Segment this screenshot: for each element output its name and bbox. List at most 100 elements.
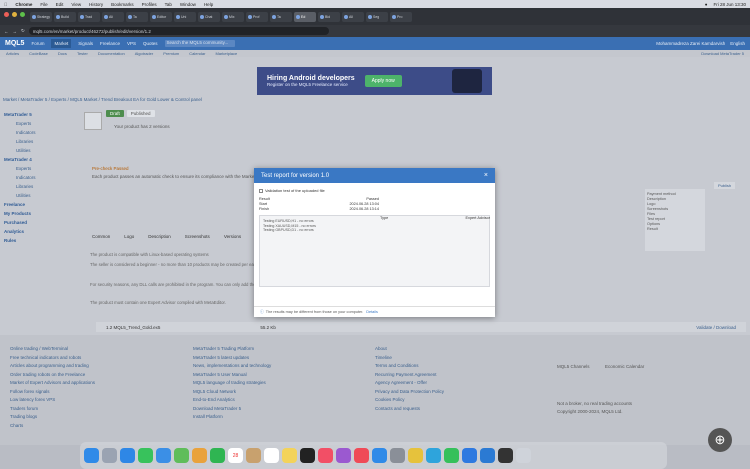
reload-icon[interactable]: ↻ [21,28,25,34]
footer-link[interactable]: MQL5 Cloud Network [193,388,373,397]
menubar-item-chrome[interactable]: Chrome [15,2,32,7]
site-search-input[interactable]: Search the MQL5 community... [164,40,235,47]
dock-app-icon[interactable] [264,448,279,463]
browser-tab[interactable]: Mix [222,11,244,22]
url-field[interactable]: mql5.com/en/market/product/46272/publish… [28,27,329,35]
browser-tab[interactable]: Editor [150,11,172,22]
forward-icon[interactable]: → [13,29,18,34]
leftnav-group[interactable]: MetaTrader 5 [2,110,76,119]
file-name[interactable]: 1.2 MQL5_Trend_Gold.ex5 [106,325,160,330]
product-tab[interactable]: Description [148,234,171,239]
publish-button[interactable]: Publish [714,182,736,189]
footer-link[interactable]: Recurring Payment Agreement [375,371,555,380]
file-action-link[interactable]: Validate / Download [696,325,736,330]
product-tab[interactable]: Screenshots [185,234,210,239]
dock-app-icon[interactable] [372,448,387,463]
close-icon[interactable]: × [484,172,488,179]
menubar-item-profiles[interactable]: Profiles [142,2,157,7]
footer-link[interactable]: Articles about programming and trading [10,362,190,371]
download-mt5-link[interactable]: Download MetaTrader 5 [701,51,744,56]
leftnav-item[interactable]: Indicators [2,173,76,182]
leftnav-group[interactable]: MetaTrader 4 [2,155,76,164]
browser-tab[interactable]: Ta [126,11,148,22]
leftnav-item[interactable]: Utilities [2,146,76,155]
product-tab[interactable]: Logo [124,234,134,239]
leftnav-item[interactable]: Libraries [2,137,76,146]
footer-link[interactable]: Follow forex signals [10,388,190,397]
leftnav-item[interactable]: Experts [2,164,76,173]
browser-tab[interactable]: Build [54,11,76,22]
product-tab[interactable]: Common [92,234,110,239]
footer-link[interactable]: Trading blogs [10,413,190,422]
dock-app-icon[interactable] [354,448,369,463]
subnav-item[interactable]: Articles [6,51,19,56]
browser-tab[interactable]: Uni [174,11,196,22]
leftnav-group[interactable]: Rules [2,236,76,245]
browser-tab[interactable]: Chat [198,11,220,22]
dock-app-icon[interactable] [516,448,531,463]
subnav-item[interactable]: Calendar [189,51,205,56]
nav-freelance[interactable]: Freelance [100,41,120,46]
back-icon[interactable]: ← [4,29,9,34]
zoom-in-icon[interactable]: ⊕ [708,428,732,452]
close-window-button[interactable] [4,12,9,17]
tab-draft[interactable]: Draft [106,110,124,117]
product-tab[interactable]: Versions [224,234,241,239]
leftnav-item[interactable]: Libraries [2,182,76,191]
leftnav-group[interactable]: My Products [2,209,76,218]
leftnav-group[interactable]: Freelance [2,200,76,209]
footer-link[interactable]: MetaTrader 5 Trading Platform [193,345,373,354]
subnav-item[interactable]: Documentation [98,51,125,56]
footer-link[interactable]: MQL5 language of trading strategies [193,379,373,388]
footer-link[interactable]: Market of Expert Advisors and applicatio… [10,379,190,388]
dock-app-icon[interactable] [426,448,441,463]
menubar-item-bookmarks[interactable]: Bookmarks [111,2,134,7]
menubar-item-tab[interactable]: Tab [165,2,172,7]
minimize-window-button[interactable] [12,12,17,17]
menubar-item-window[interactable]: Window [180,2,196,7]
dock-app-icon[interactable] [336,448,351,463]
footer-link[interactable]: Install Platform [193,413,373,422]
tab-published[interactable]: Published [126,110,155,117]
menubar-item-file[interactable]: File [40,2,47,7]
subnav-item[interactable]: Tester [77,51,88,56]
dock-app-icon[interactable] [300,448,315,463]
dock-app-icon[interactable] [282,448,297,463]
dock-app-icon[interactable] [174,448,189,463]
mql5-logo[interactable]: MQL5 [5,40,24,47]
dock-app-icon[interactable] [480,448,495,463]
language-selector[interactable]: English [730,41,745,46]
leftnav-group[interactable]: Analytics [2,227,76,236]
footer-link[interactable]: About [375,345,555,354]
footer-link[interactable]: Download MetaTrader 5 [193,405,373,414]
footer-link[interactable]: Low latency forex VPS [10,396,190,405]
dock-app-icon[interactable] [444,448,459,463]
dock-app-icon[interactable] [120,448,135,463]
subnav-item[interactable]: CodeBase [29,51,48,56]
subnav-item[interactable]: Marketplace [215,51,237,56]
wifi-icon[interactable]: ● [705,2,708,7]
footer-link[interactable]: News, implementations and technology [193,362,373,371]
dock-app-icon[interactable] [408,448,423,463]
dock-app-icon[interactable] [138,448,153,463]
footer-link[interactable]: Agency Agreement - Offer [375,379,555,388]
details-link[interactable]: Details [366,310,378,314]
dock-app-icon[interactable] [210,448,225,463]
maximize-window-button[interactable] [20,12,25,17]
footer-link[interactable]: End-to-End Analytics [193,396,373,405]
browser-tab[interactable]: Prof [246,11,268,22]
menubar-clock[interactable]: Fri 28 Jun 13:30 [713,2,746,7]
footer-link[interactable]: Privacy and Data Protection Policy [375,388,555,397]
nav-vps[interactable]: VPS [127,41,136,46]
dock-app-icon[interactable]: 28 [228,448,243,463]
dock-app-icon[interactable] [102,448,117,463]
nav-market[interactable]: Market [51,39,72,48]
nav-signals[interactable]: Signals [78,41,93,46]
browser-tab[interactable]: All [342,11,364,22]
menubar-item-view[interactable]: View [71,2,81,7]
dock-app-icon[interactable] [462,448,477,463]
subnav-item[interactable]: Premium [163,51,179,56]
nav-forum[interactable]: Forum [31,41,44,46]
browser-tab[interactable]: Ed [294,11,316,22]
subnav-item[interactable]: Algotrader [135,51,153,56]
